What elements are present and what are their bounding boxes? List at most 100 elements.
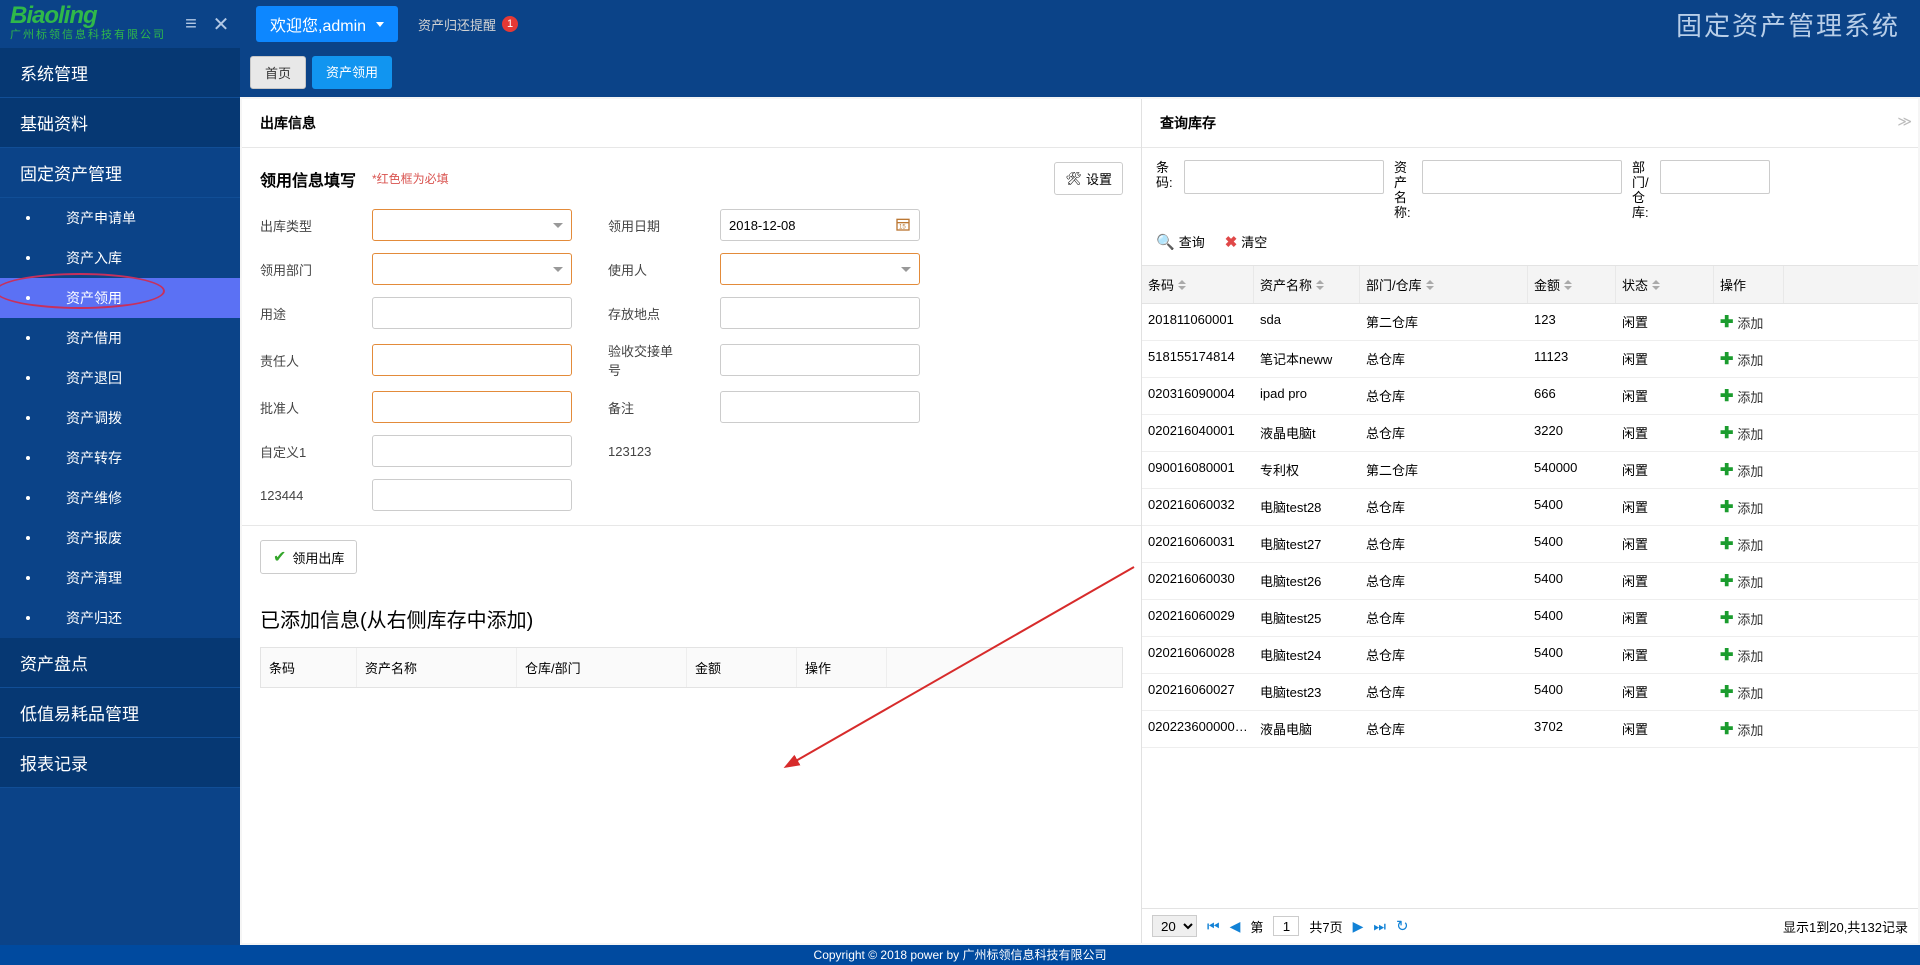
dot-icon — [26, 456, 30, 460]
submit-out-button[interactable]: ✔ 领用出库 — [260, 540, 357, 574]
input-custom1[interactable] — [372, 435, 572, 467]
tab-home[interactable]: 首页 — [250, 56, 306, 89]
input-use-dept[interactable] — [372, 253, 572, 285]
add-button[interactable]: ✚添加 — [1720, 312, 1778, 332]
page-size-select[interactable]: 20 — [1152, 915, 1197, 937]
input-remark[interactable] — [720, 391, 920, 423]
add-button[interactable]: ✚添加 — [1720, 645, 1778, 665]
input-search-name[interactable] — [1422, 160, 1622, 194]
cell-dept: 总仓库 — [1360, 711, 1528, 747]
label-owner: 责任人 — [260, 351, 336, 370]
sidebar-cat-inventory[interactable]: 资产盘点 — [0, 638, 240, 688]
input-acc-no[interactable] — [720, 344, 920, 376]
sidebar-item-7[interactable]: 资产维修 — [0, 478, 240, 518]
label-search-barcode: 条码: — [1156, 160, 1174, 190]
added-table-header: 条码 资产名称 仓库/部门 金额 操作 — [260, 647, 1123, 688]
plus-icon: ✚ — [1720, 682, 1733, 702]
inventory-panel: 查询库存 ≫ 条码: 资产名称: 部门/仓库: 🔍 查询 ✖ — [1142, 99, 1918, 943]
input-out-type[interactable] — [372, 209, 572, 241]
sidebar-cat-consumable[interactable]: 低值易耗品管理 — [0, 688, 240, 738]
last-page-icon[interactable]: ⏭ — [1373, 918, 1386, 935]
cell-status: 闲置 — [1616, 378, 1714, 414]
input-purpose[interactable] — [372, 297, 572, 329]
input-search-barcode[interactable] — [1184, 160, 1384, 194]
collapse-icon[interactable]: ≫ — [1897, 113, 1912, 130]
add-label: 添加 — [1737, 609, 1763, 628]
sidebar-item-8[interactable]: 资产报废 — [0, 518, 240, 558]
sidebar-item-9[interactable]: 资产清理 — [0, 558, 240, 598]
add-button[interactable]: ✚添加 — [1720, 608, 1778, 628]
table-row: 020216060030电脑test26总仓库5400闲置✚添加 — [1142, 563, 1918, 600]
table-row: 020223600000103液晶电脑总仓库3702闲置✚添加 — [1142, 711, 1918, 748]
reload-icon[interactable]: ↻ — [1396, 917, 1409, 935]
add-button[interactable]: ✚添加 — [1720, 349, 1778, 369]
cell-name: sda — [1254, 304, 1360, 340]
cell-barcode: 020216060028 — [1142, 637, 1254, 673]
plus-icon: ✚ — [1720, 423, 1733, 443]
cell-dept: 总仓库 — [1360, 600, 1528, 636]
sidebar-cat-base[interactable]: 基础资料 — [0, 98, 240, 148]
check-icon: ✔ — [273, 547, 286, 567]
input-search-dept[interactable] — [1660, 160, 1770, 194]
label-use-date: 领用日期 — [608, 216, 684, 235]
sidebar-cat-asset[interactable]: 固定资产管理 — [0, 148, 240, 198]
add-button[interactable]: ✚添加 — [1720, 682, 1778, 702]
cell-dept: 总仓库 — [1360, 489, 1528, 525]
sidebar-item-10[interactable]: 资产归还 — [0, 598, 240, 638]
cell-amount: 5400 — [1528, 489, 1616, 525]
settings-button[interactable]: 🛠 设置 — [1054, 162, 1123, 195]
hcol-status[interactable]: 状态 — [1616, 266, 1714, 303]
reminder-text: 资产归还提醒 — [418, 15, 496, 34]
add-button[interactable]: ✚添加 — [1720, 571, 1778, 591]
input-123444[interactable] — [372, 479, 572, 511]
input-approver[interactable] — [372, 391, 572, 423]
input-user[interactable] — [720, 253, 920, 285]
input-use-date[interactable]: 2018-12-08 15 — [720, 209, 920, 241]
add-button[interactable]: ✚添加 — [1720, 719, 1778, 739]
first-page-icon[interactable]: ⏮ — [1207, 918, 1220, 935]
add-button[interactable]: ✚添加 — [1720, 423, 1778, 443]
menu-icon[interactable]: ≡ — [176, 13, 206, 36]
add-button[interactable]: ✚添加 — [1720, 497, 1778, 517]
col-asset-name: 资产名称 — [357, 648, 517, 687]
sidebar-item-5[interactable]: 资产调拨 — [0, 398, 240, 438]
sidebar-item-1[interactable]: 资产入库 — [0, 238, 240, 278]
input-location[interactable] — [720, 297, 920, 329]
cell-dept: 总仓库 — [1360, 563, 1528, 599]
sidebar-item-6[interactable]: 资产转存 — [0, 438, 240, 478]
hcol-dept[interactable]: 部门/仓库 — [1360, 266, 1528, 303]
add-button[interactable]: ✚添加 — [1720, 534, 1778, 554]
cell-amount: 540000 — [1528, 452, 1616, 488]
sidebar-cat-system[interactable]: 系统管理 — [0, 48, 240, 98]
add-button[interactable]: ✚添加 — [1720, 460, 1778, 480]
hcol-amount[interactable]: 金额 — [1528, 266, 1616, 303]
sidebar-item-4[interactable]: 资产退回 — [0, 358, 240, 398]
label-location: 存放地点 — [608, 304, 684, 323]
next-page-icon[interactable]: ▶ — [1353, 918, 1364, 935]
col-barcode: 条码 — [261, 648, 357, 687]
label-search-dept: 部门/仓库: — [1632, 160, 1650, 220]
search-button[interactable]: 🔍 查询 — [1156, 232, 1205, 251]
close-icon[interactable]: ✕ — [206, 12, 236, 37]
input-owner[interactable] — [372, 344, 572, 376]
cell-name: 电脑test24 — [1254, 637, 1360, 673]
sidebar-item-0[interactable]: 资产申请单 — [0, 198, 240, 238]
tab-asset-use[interactable]: 资产领用 — [312, 56, 392, 89]
return-reminder[interactable]: 资产归还提醒 1 — [418, 15, 518, 34]
cell-amount: 5400 — [1528, 637, 1616, 673]
add-button[interactable]: ✚添加 — [1720, 386, 1778, 406]
cell-barcode: 020216060030 — [1142, 563, 1254, 599]
sidebar-item-2[interactable]: 资产领用 — [0, 278, 240, 318]
cell-status: 闲置 — [1616, 415, 1714, 451]
add-label: 添加 — [1737, 387, 1763, 406]
hcol-name[interactable]: 资产名称 — [1254, 266, 1360, 303]
chevron-down-icon — [901, 267, 911, 272]
clear-button[interactable]: ✖ 清空 — [1225, 232, 1268, 251]
hcol-barcode[interactable]: 条码 — [1142, 266, 1254, 303]
user-dropdown[interactable]: 欢迎您,admin — [256, 6, 398, 42]
sidebar-cat-report[interactable]: 报表记录 — [0, 738, 240, 788]
page-input[interactable] — [1273, 916, 1299, 936]
prev-page-icon[interactable]: ◀ — [1230, 918, 1241, 935]
cell-barcode: 020216060029 — [1142, 600, 1254, 636]
sidebar-item-3[interactable]: 资产借用 — [0, 318, 240, 358]
